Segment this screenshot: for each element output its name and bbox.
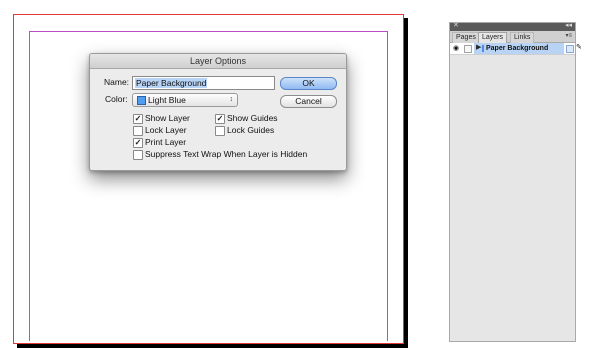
suppress-wrap-label: Suppress Text Wrap When Layer is Hidden (145, 149, 308, 159)
color-swatch-icon (137, 96, 146, 105)
layers-panel: ✕ ◂◂ Pages Layers Links ▾≡ ◉ ▶ Paper Bac… (449, 21, 582, 342)
lock-layer-checkbox[interactable] (133, 126, 143, 136)
cancel-button[interactable]: Cancel (280, 95, 337, 108)
show-guides-label: Show Guides (227, 113, 278, 123)
layer-options-dialog: Layer Options Name: Paper Background Col… (89, 53, 347, 171)
close-icon[interactable]: ✕ (453, 21, 459, 29)
expand-triangle-icon[interactable]: ▶ (476, 43, 481, 51)
dialog-title: Layer Options (90, 54, 346, 69)
layer-selection[interactable]: ▶ Paper Background ✎ (474, 43, 582, 54)
panel-menu-icon[interactable]: ▾≡ (565, 32, 572, 39)
layer-row[interactable]: ◉ ▶ Paper Background ✎ (450, 43, 582, 55)
selected-items-square-icon[interactable] (566, 45, 574, 53)
layer-name: Paper Background (486, 45, 549, 52)
show-layer-checkbox[interactable]: ✓ (133, 114, 143, 124)
panel-tabs: Pages Layers Links ▾≡ (450, 31, 575, 43)
print-layer-checkbox[interactable]: ✓ (133, 138, 143, 148)
tab-pages[interactable]: Pages (452, 32, 480, 43)
ok-button[interactable]: OK (280, 77, 337, 90)
color-select[interactable]: Light Blue ↕ (132, 93, 238, 107)
color-label: Color: (105, 94, 128, 104)
tab-layers[interactable]: Layers (478, 32, 508, 43)
lock-guides-checkbox[interactable] (215, 126, 225, 136)
layer-color-chip (482, 45, 484, 52)
tab-links[interactable]: Links (510, 32, 535, 43)
name-field[interactable]: Paper Background (132, 76, 275, 90)
lock-toggle[interactable] (464, 45, 472, 53)
show-layer-label: Show Layer (145, 113, 190, 123)
collapse-icon[interactable]: ◂◂ (565, 21, 572, 29)
suppress-wrap-checkbox[interactable] (133, 150, 143, 160)
show-guides-checkbox[interactable]: ✓ (215, 114, 225, 124)
lock-layer-label: Lock Layer (145, 125, 187, 135)
visibility-eye-icon[interactable]: ◉ (453, 44, 459, 52)
panel-header[interactable]: ✕ ◂◂ (450, 21, 575, 31)
pen-icon: ✎ (576, 44, 582, 51)
updown-arrows-icon: ↕ (229, 96, 234, 103)
color-select-value: Light Blue (148, 95, 186, 105)
lock-guides-label: Lock Guides (227, 125, 275, 135)
name-label: Name: (104, 77, 130, 87)
print-layer-label: Print Layer (145, 137, 187, 147)
name-field-value: Paper Background (135, 78, 208, 88)
